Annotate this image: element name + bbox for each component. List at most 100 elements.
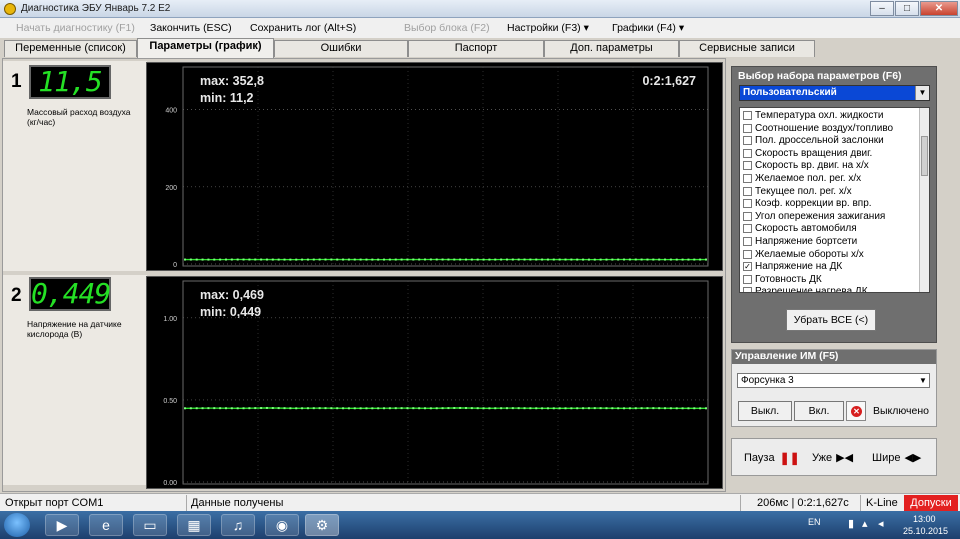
- scrollbar[interactable]: [919, 108, 929, 292]
- checkbox[interactable]: [743, 211, 752, 221]
- param-item[interactable]: Коэф. коррекции вр. впр.: [743, 198, 872, 209]
- close-button[interactable]: ✕: [920, 1, 958, 16]
- scrollbar-thumb[interactable]: [921, 136, 928, 176]
- param-set-selected: Пользовательский: [743, 87, 837, 98]
- wide-button[interactable]: Шире ◀▶: [872, 451, 921, 465]
- tab-errors[interactable]: Ошибки: [274, 40, 408, 57]
- turn-on-button[interactable]: Вкл.: [794, 401, 844, 421]
- maximize-button[interactable]: □: [895, 1, 919, 16]
- narrow-button[interactable]: Уже ▶◀: [812, 451, 853, 465]
- param-item[interactable]: Готовность ДК: [743, 274, 822, 285]
- actuator-select[interactable]: Форсунка 3 ▼: [737, 373, 930, 388]
- data-point: [353, 258, 356, 261]
- checkbox[interactable]: [743, 224, 752, 234]
- internet-explorer-icon[interactable]: e: [89, 514, 123, 536]
- y-tick-label: 400: [165, 108, 177, 115]
- param-item[interactable]: Скорость вр. двиг. на х/х: [743, 160, 869, 171]
- tab-extra-params[interactable]: Доп. параметры: [544, 40, 679, 57]
- checkbox[interactable]: [743, 161, 752, 171]
- narrow-label: Уже: [812, 451, 833, 464]
- checkbox[interactable]: ✓: [743, 262, 752, 272]
- stop-icon[interactable]: ✕: [846, 401, 866, 421]
- param-item[interactable]: Температура охл. жидкости: [743, 110, 884, 121]
- chevron-down-icon[interactable]: ▼: [915, 86, 929, 100]
- param-item[interactable]: Угол опережения зажигания: [743, 211, 885, 222]
- remove-all-button[interactable]: Убрать ВСЕ (<): [786, 309, 876, 331]
- param-item[interactable]: Скорость вращения двиг.: [743, 148, 872, 159]
- data-point: [617, 407, 620, 410]
- battery-icon[interactable]: ▮: [848, 517, 854, 530]
- checkbox[interactable]: [743, 237, 752, 246]
- data-point: [347, 258, 350, 261]
- max-label: max: 352,8: [200, 74, 264, 88]
- tab-service-records[interactable]: Сервисные записи: [679, 40, 815, 57]
- data-point: [611, 258, 614, 261]
- language-indicator[interactable]: EN: [808, 517, 821, 527]
- actuator-control-title: Управление ИМ (F5): [732, 350, 936, 364]
- menu-start-diagnostics[interactable]: Начать диагностику (F1): [16, 22, 135, 34]
- plot-1[interactable]: 0 200 400 max: 352,8 min: 11,2 0:2:1,627: [146, 62, 723, 271]
- checkbox[interactable]: [743, 287, 752, 292]
- param-item[interactable]: Текущее пол. рег. х/х: [743, 186, 852, 197]
- tolerances-badge[interactable]: Допуски: [904, 495, 958, 511]
- explorer-folder-icon[interactable]: ▭: [133, 514, 167, 536]
- chevron-down-icon[interactable]: ▼: [917, 374, 929, 387]
- menu-charts[interactable]: Графики (F4) ▾: [612, 22, 684, 34]
- minimize-button[interactable]: ‒: [870, 1, 894, 16]
- y-tick-label: 0: [173, 262, 177, 269]
- checkbox[interactable]: [743, 123, 752, 133]
- menu-save-log[interactable]: Сохранить лог (Alt+S): [250, 22, 356, 34]
- pause-icon: ❚❚: [779, 451, 800, 465]
- checkbox[interactable]: [743, 174, 752, 183]
- app-icon-music[interactable]: ♫: [221, 514, 255, 536]
- checkbox[interactable]: [743, 186, 752, 196]
- data-point: [605, 407, 608, 410]
- data-point: [306, 407, 309, 410]
- menu-select-block[interactable]: Выбор блока (F2): [404, 22, 490, 34]
- clock-date[interactable]: 25.10.2015: [903, 526, 948, 536]
- checkbox[interactable]: [743, 199, 752, 209]
- app-icon-floppy[interactable]: ▦: [177, 514, 211, 536]
- checkbox[interactable]: [743, 148, 752, 158]
- data-point: [441, 258, 444, 261]
- param-label: Соотношение воздух/топливо: [755, 122, 894, 134]
- diagnostics-app-icon[interactable]: ⚙: [305, 514, 339, 536]
- chrome-icon[interactable]: ◉: [265, 514, 299, 536]
- param-label: Напряжение бортсети: [755, 236, 858, 247]
- tab-parameters-chart[interactable]: Параметры (график): [137, 38, 274, 58]
- param-item[interactable]: ✓ Напряжение на ДК: [743, 261, 842, 272]
- data-point: [593, 407, 596, 410]
- param-item[interactable]: Пол. дроссельной заслонки: [743, 135, 884, 146]
- network-icon[interactable]: ▴: [862, 517, 868, 530]
- plot-2[interactable]: 0.00 0.50 1.00 max: 0,469 min: 0,449: [146, 276, 723, 489]
- actuator-selected: Форсунка 3: [741, 375, 794, 386]
- menu-finish[interactable]: Закончить (ESC): [150, 22, 232, 34]
- data-point: [224, 407, 227, 410]
- checkbox[interactable]: [743, 249, 752, 259]
- data-point: [576, 258, 579, 261]
- param-item[interactable]: Скорость автомобиля: [743, 223, 857, 234]
- data-point: [230, 407, 233, 410]
- media-player-icon[interactable]: ▶: [45, 514, 79, 536]
- param-item[interactable]: Желаемые обороты х/х: [743, 249, 864, 260]
- data-point: [675, 407, 678, 410]
- menu-settings[interactable]: Настройки (F3) ▾: [507, 22, 589, 34]
- volume-icon[interactable]: ◂: [878, 517, 884, 530]
- tab-passport[interactable]: Паспорт: [408, 40, 544, 57]
- data-point: [634, 258, 637, 261]
- clock-time[interactable]: 13:00: [913, 514, 936, 524]
- tab-variables-list[interactable]: Переменные (список): [4, 40, 137, 57]
- param-set-select[interactable]: Пользовательский ▼: [739, 85, 930, 101]
- start-button[interactable]: [4, 513, 30, 537]
- data-point: [312, 407, 315, 410]
- checkbox[interactable]: [743, 136, 752, 146]
- param-item[interactable]: Разрешение нагрева ДК: [743, 286, 868, 292]
- turn-off-button[interactable]: Выкл.: [738, 401, 792, 421]
- param-item[interactable]: Желаемое пол. рег. х/х: [743, 173, 861, 184]
- param-item[interactable]: Соотношение воздух/топливо: [743, 123, 893, 134]
- pause-button[interactable]: Пауза ❚❚: [744, 451, 800, 465]
- checkbox[interactable]: [743, 274, 752, 284]
- checkbox[interactable]: [743, 111, 752, 120]
- data-point: [318, 407, 321, 410]
- param-item[interactable]: Напряжение бортсети: [743, 236, 857, 247]
